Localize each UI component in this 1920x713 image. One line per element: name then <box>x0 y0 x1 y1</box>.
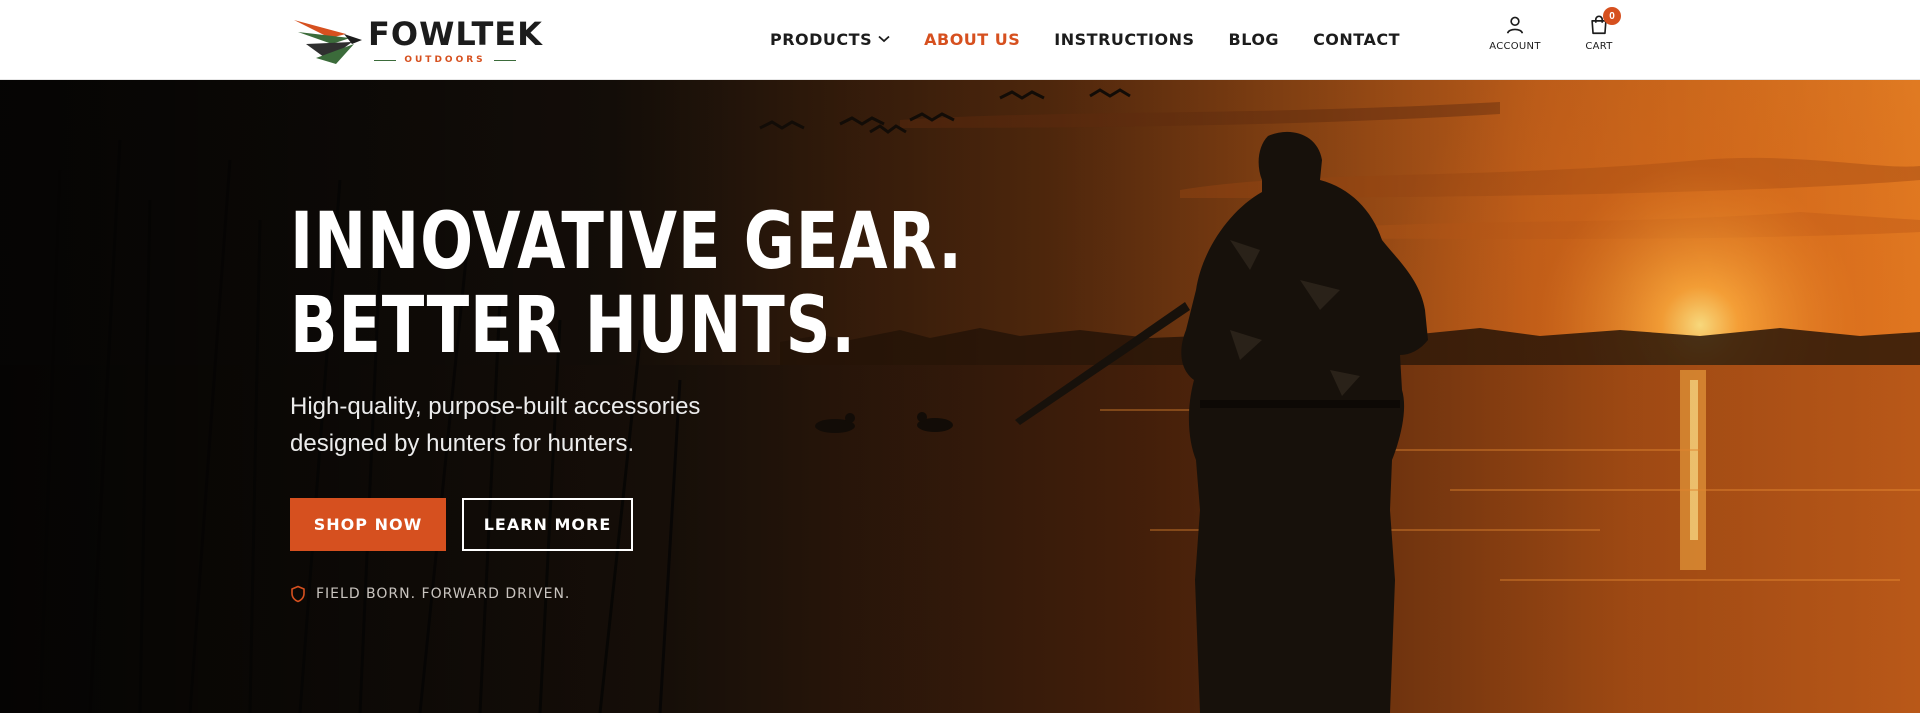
hero-subheadline-line-1: High-quality, purpose-built accessories <box>290 393 701 420</box>
hero-headline: INNOVATIVE GEAR. BETTER HUNTS. <box>290 197 963 371</box>
hero-subheadline: High-quality, purpose-built accessories … <box>290 388 730 462</box>
nav-item-label: ABOUT US <box>924 29 1021 49</box>
cart-count-badge: 0 <box>1603 7 1621 25</box>
divider <box>374 59 397 61</box>
main-nav: PRODUCTS ABOUT US INSTRUCTIONS BLOG CONT… <box>770 0 1434 78</box>
nav-item-label: CONTACT <box>1313 29 1401 49</box>
account-link[interactable]: ACCOUNT <box>1487 14 1543 52</box>
brand-logo[interactable]: FOWLTEK OUTDOORS <box>292 14 543 66</box>
hero-subheadline-line-2: designed by hunters for hunters. <box>290 430 635 457</box>
user-icon <box>1506 16 1524 34</box>
nav-item-label: PRODUCTS <box>770 29 873 49</box>
shop-now-button[interactable]: SHOP NOW <box>290 498 446 551</box>
nav-item-instructions[interactable]: INSTRUCTIONS <box>1054 30 1194 49</box>
header-utilities: ACCOUNT 0 CART <box>1487 7 1627 52</box>
nav-item-label: BLOG <box>1228 29 1280 49</box>
hero-tagline: FIELD BORN. FORWARD DRIVEN. <box>290 585 1050 603</box>
hero-headline-line-1: INNOVATIVE GEAR. <box>290 197 963 287</box>
shield-icon <box>291 585 305 603</box>
cart-label: CART <box>1585 41 1613 52</box>
nav-item-blog[interactable]: BLOG <box>1229 30 1280 49</box>
nav-item-about-us[interactable]: ABOUT US <box>924 30 1020 49</box>
brand-subtitle-text: OUTDOORS <box>404 55 486 65</box>
cart-link[interactable]: 0 CART <box>1571 7 1627 52</box>
hero-headline-line-2: BETTER HUNTS. <box>290 281 856 371</box>
brand-name: FOWLTEK <box>368 15 543 53</box>
nav-item-contact[interactable]: CONTACT <box>1313 30 1400 49</box>
hero-buttons: SHOP NOW LEARN MORE <box>290 498 1050 551</box>
hero-tagline-text: FIELD BORN. FORWARD DRIVEN. <box>316 586 571 602</box>
hero-section: INNOVATIVE GEAR. BETTER HUNTS. High-qual… <box>0 80 1920 713</box>
divider <box>493 59 516 61</box>
wing-logo-icon <box>294 20 362 64</box>
chevron-down-icon <box>878 35 890 43</box>
brand-subtitle: OUTDOORS <box>368 54 522 66</box>
account-label: ACCOUNT <box>1489 41 1541 52</box>
nav-item-products[interactable]: PRODUCTS <box>770 30 890 49</box>
site-header: FOWLTEK OUTDOORS PRODUCTS ABOUT US INSTR… <box>0 0 1920 80</box>
nav-item-label: INSTRUCTIONS <box>1054 29 1195 49</box>
hero-content: INNOVATIVE GEAR. BETTER HUNTS. High-qual… <box>290 200 1050 603</box>
learn-more-button[interactable]: LEARN MORE <box>462 498 633 551</box>
